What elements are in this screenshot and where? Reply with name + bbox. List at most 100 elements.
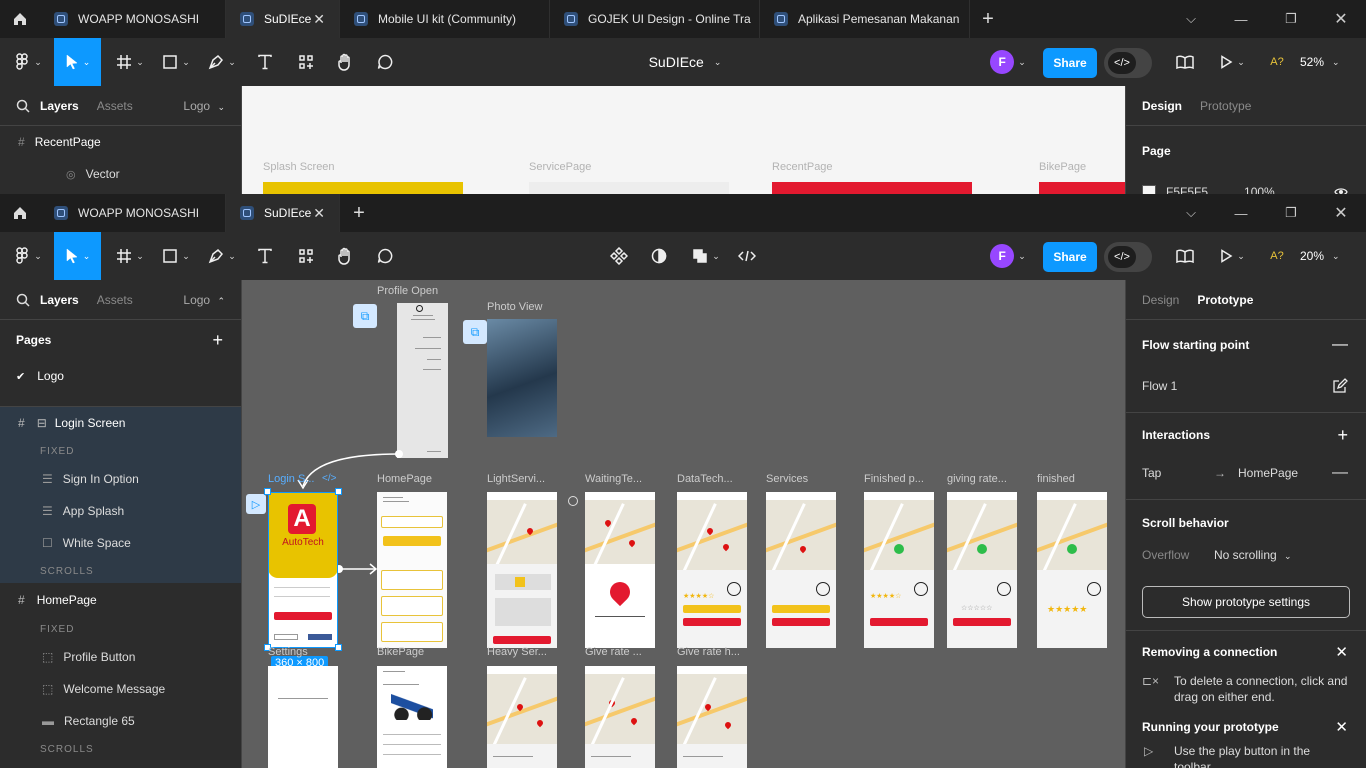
hand-tool[interactable] (332, 232, 358, 280)
resize-handle[interactable] (335, 488, 342, 495)
user-avatar[interactable]: F ⌄ (986, 38, 1030, 86)
splash-frame-preview[interactable] (263, 182, 463, 194)
bikepage-frame-preview[interactable] (1039, 182, 1125, 194)
close-window-button[interactable]: ✕ (1316, 0, 1366, 38)
remove-flow-icon[interactable]: — (1332, 336, 1348, 354)
new-tab-button[interactable]: + (344, 194, 374, 232)
zoom-control[interactable]: 52% ⌄ (1300, 38, 1360, 86)
page-selector[interactable]: Logo ⌃ (183, 293, 225, 307)
tab-design[interactable]: Design (1142, 293, 1179, 307)
show-prototype-settings-button[interactable]: Show prototype settings (1142, 586, 1350, 618)
maximize-button[interactable]: ❐ (1266, 194, 1316, 232)
tab-design[interactable]: Design (1142, 99, 1182, 113)
frame-finished-p[interactable]: ★★★★☆ (864, 492, 934, 648)
move-tool[interactable]: ⌄ (54, 232, 101, 280)
flow-row[interactable]: Flow 1 (1126, 370, 1366, 402)
frame-light-service[interactable] (487, 492, 557, 648)
frame-give-rate[interactable] (585, 666, 655, 768)
tab-prototype[interactable]: Prototype (1200, 99, 1251, 113)
tab-gojek[interactable]: GOJEK UI Design - Online Tra (550, 0, 760, 38)
canvas[interactable]: Profile Open ⧉ Photo View ⧉ Login S... < (242, 280, 1125, 768)
add-interaction-icon[interactable]: + (1337, 425, 1348, 446)
flow-start-icon[interactable]: ▷ (246, 494, 266, 514)
move-tool[interactable]: ⌄ (54, 38, 101, 86)
frame-give-rate-h[interactable] (677, 666, 747, 768)
page-item-logo[interactable]: ✔ Logo (0, 360, 241, 392)
tab-layers[interactable]: Layers (40, 99, 79, 113)
minimize-button[interactable]: — (1216, 0, 1266, 38)
mask-tool[interactable] (646, 232, 672, 280)
dev-mode-toggle[interactable]: </> (1104, 48, 1152, 78)
user-avatar[interactable]: F ⌄ (986, 232, 1030, 280)
new-tab-button[interactable]: + (973, 0, 1003, 38)
text-tool[interactable] (252, 38, 278, 86)
pen-tool[interactable]: ⌄ (204, 232, 240, 280)
zoom-control[interactable]: 20% ⌄ (1300, 232, 1360, 280)
tab-list-chevron-icon[interactable]: ⌵ (1166, 0, 1216, 38)
overflow-select[interactable]: No scrolling ⌄ (1214, 548, 1292, 562)
frame-tool[interactable]: ⌄ (112, 232, 148, 280)
frame-login-screen[interactable]: A AutoTech (268, 492, 338, 648)
edit-icon[interactable] (1332, 378, 1348, 394)
font-warning-icon[interactable]: A? (1266, 38, 1288, 86)
search-icon[interactable] (16, 99, 30, 113)
layer-white-space[interactable]: ☐ White Space (0, 527, 241, 559)
text-tool[interactable] (252, 232, 278, 280)
layer-login-screen[interactable]: # ⊟ Login Screen (0, 407, 241, 439)
dev-mode-toggle[interactable]: </> (1104, 242, 1152, 272)
frame-finished[interactable]: ★★★★★ (1037, 492, 1107, 648)
tab-sudiece[interactable]: SuDIEce ✕ (226, 0, 340, 38)
frame-heavy-service[interactable] (487, 666, 557, 768)
share-button[interactable]: Share (1043, 48, 1097, 78)
page-color-row[interactable]: F5F5F5 100% (1126, 176, 1366, 194)
comment-tool[interactable] (372, 232, 398, 280)
tab-layers[interactable]: Layers (40, 293, 79, 307)
frame-datatech[interactable]: ★★★★☆ (677, 492, 747, 648)
layer-rectangle-65[interactable]: ▬ Rectangle 65 (0, 705, 241, 737)
pen-tool[interactable]: ⌄ (204, 38, 240, 86)
present-button[interactable]: ⌄ (1212, 38, 1252, 86)
layer-recentpage[interactable]: # RecentPage (0, 126, 241, 158)
home-icon[interactable] (0, 194, 40, 232)
eye-icon[interactable] (1334, 187, 1348, 194)
font-warning-icon[interactable]: A? (1266, 232, 1288, 280)
color-swatch[interactable] (1142, 185, 1156, 194)
frame-tool[interactable]: ⌄ (112, 38, 148, 86)
tab-list-chevron-icon[interactable]: ⌵ (1166, 194, 1216, 232)
shape-tool[interactable]: ⌄ (158, 232, 194, 280)
tab-sudiece[interactable]: SuDIEce ✕ (226, 194, 340, 232)
add-page-icon[interactable]: + (212, 330, 223, 351)
recentpage-frame-preview[interactable] (772, 182, 972, 194)
close-tip-icon[interactable]: ✕ (1335, 718, 1348, 736)
canvas-back[interactable]: Splash Screen ServicePage RecentPage Bik… (242, 86, 1125, 194)
comment-tool[interactable] (372, 38, 398, 86)
resources-tool[interactable] (292, 232, 320, 280)
layer-sign-in-option[interactable]: ☰ Sign In Option (0, 463, 241, 495)
search-icon[interactable] (16, 293, 30, 307)
minimize-button[interactable]: — (1216, 194, 1266, 232)
frame-giving-rate[interactable]: ☆☆☆☆☆ (947, 492, 1017, 648)
servicepage-frame-preview[interactable] (529, 182, 729, 194)
close-window-button[interactable]: ✕ (1316, 194, 1366, 232)
frame-services[interactable] (766, 492, 836, 648)
close-tip-icon[interactable]: ✕ (1335, 643, 1348, 661)
layer-welcome-message[interactable]: ⬚ Welcome Message (0, 673, 241, 705)
tab-mobile-ui-kit[interactable]: Mobile UI kit (Community) (340, 0, 550, 38)
main-menu-button[interactable]: ⌄ (8, 232, 48, 280)
remove-interaction-icon[interactable]: — (1332, 464, 1348, 482)
layer-vector[interactable]: ◎ Vector (0, 158, 241, 190)
main-menu-button[interactable]: ⌄ (8, 38, 48, 86)
frame-settings[interactable] (268, 666, 338, 768)
close-tab-icon[interactable]: ✕ (313, 11, 325, 28)
frame-homepage[interactable] (377, 492, 447, 648)
boolean-tool[interactable]: ⌄ (688, 232, 724, 280)
library-button[interactable] (1172, 38, 1198, 86)
tab-assets[interactable]: Assets (97, 293, 133, 307)
resize-handle[interactable] (264, 488, 271, 495)
resources-tool[interactable] (292, 38, 320, 86)
close-tab-icon[interactable]: ✕ (313, 205, 325, 222)
hand-tool[interactable] (332, 38, 358, 86)
page-selector[interactable]: Logo ⌄ (183, 99, 225, 113)
tab-aplikasi[interactable]: Aplikasi Pemesanan Makanan (760, 0, 970, 38)
file-title[interactable]: SuDIEce ⌄ (560, 38, 810, 86)
